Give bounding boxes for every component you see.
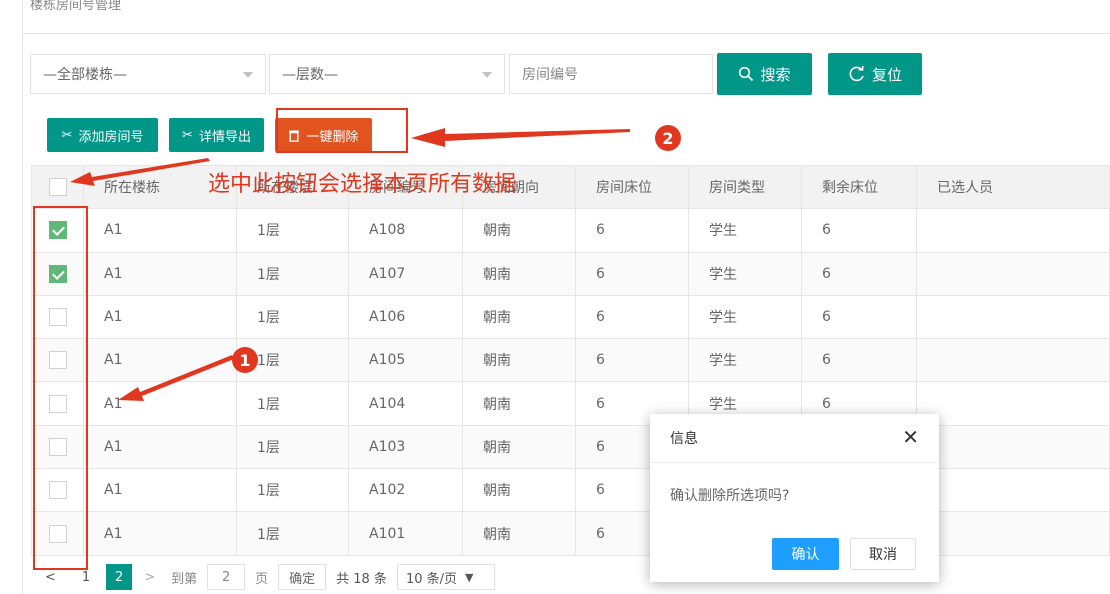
annotation-badge-2: 2 xyxy=(655,125,681,151)
arrow-to-checkboxes xyxy=(118,355,234,401)
annotation-note: 选中此按钮会选择本页所有数据 xyxy=(208,172,517,197)
annotation-arrows xyxy=(70,128,630,401)
arrow-to-delete-button xyxy=(411,128,630,147)
annotation-badge-1: 1 xyxy=(232,347,258,373)
arrow-to-select-all xyxy=(70,158,210,186)
